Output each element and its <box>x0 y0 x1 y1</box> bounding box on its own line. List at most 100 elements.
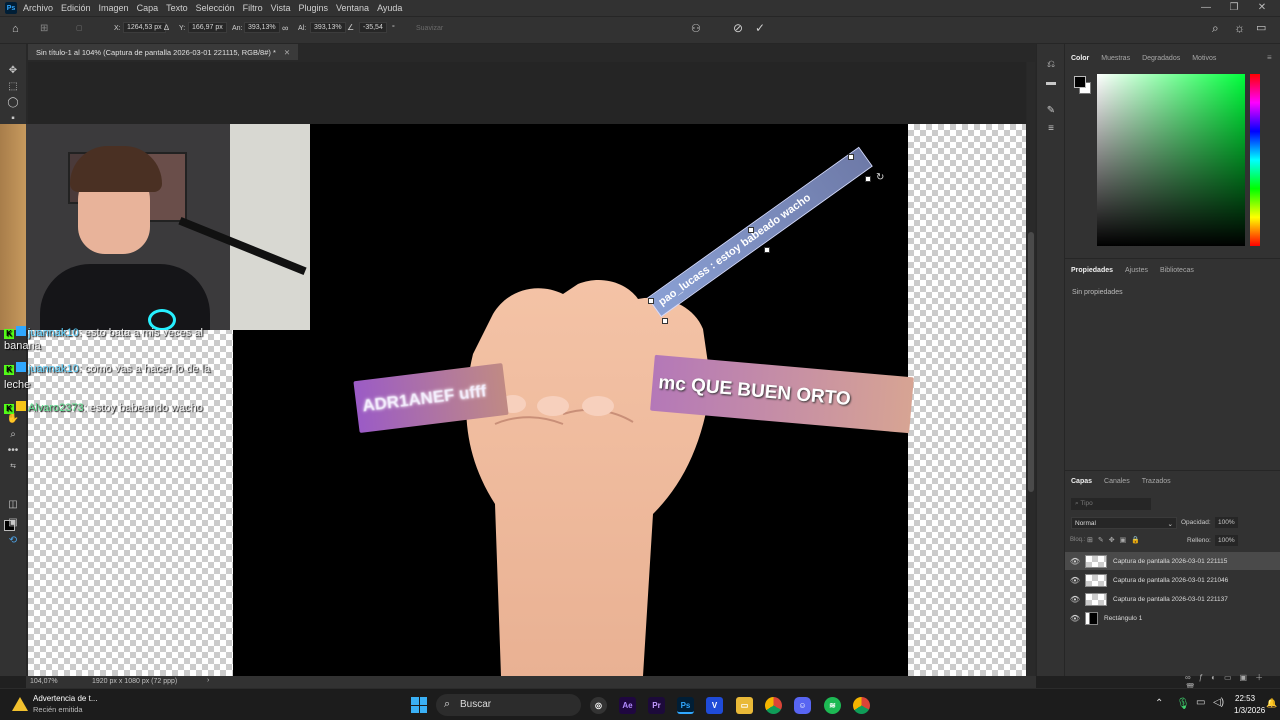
transform-handle[interactable] <box>764 247 770 253</box>
notification-title[interactable]: Advertencia de t... <box>33 694 97 703</box>
menu-ventana[interactable]: Ventana <box>336 3 369 13</box>
home-icon[interactable]: ⌂ <box>12 23 19 35</box>
cancel-transform-icon[interactable]: ⊘ <box>733 21 743 35</box>
volume-icon[interactable]: ◁) <box>1213 697 1224 708</box>
tab-swatches[interactable]: Muestras <box>1095 55 1136 62</box>
minimize-icon[interactable]: — <box>1192 0 1220 16</box>
x-field[interactable]: 1264,53 px <box>123 22 166 33</box>
warning-icon[interactable] <box>12 697 28 711</box>
reference-point-icon[interactable]: ⊞ <box>40 23 48 34</box>
layer-search-input[interactable]: ⌕ Tipo <box>1071 498 1151 510</box>
y-field[interactable]: 166,97 px <box>188 22 227 33</box>
screen-mode-icon[interactable]: ▣ <box>5 516 21 530</box>
link-icon[interactable]: ∞ <box>282 23 288 33</box>
panel-menu-icon[interactable]: ≡ <box>1267 53 1272 62</box>
color-foreground-swatch[interactable] <box>1074 76 1086 88</box>
menu-capa[interactable]: Capa <box>137 3 159 13</box>
tab-patterns[interactable]: Motivos <box>1186 55 1222 62</box>
angle-dropdown-icon[interactable]: ° <box>392 25 395 32</box>
close-document-icon[interactable]: ✕ <box>284 48 290 57</box>
transform-handle[interactable] <box>848 154 854 160</box>
network-icon[interactable]: ▭ <box>1196 697 1205 708</box>
status-expand-icon[interactable]: › <box>207 677 209 684</box>
history-icon[interactable]: ⎌ <box>1043 58 1059 72</box>
hand-tool-icon[interactable]: ✋ <box>5 412 21 426</box>
menu-texto[interactable]: Texto <box>166 3 188 13</box>
marquee-tool-icon[interactable]: ⬚ <box>5 80 21 94</box>
tab-properties[interactable]: Propiedades <box>1065 267 1119 274</box>
tab-color[interactable]: Color <box>1065 55 1095 62</box>
layer-row-selected[interactable]: 👁 Captura de pantalla 2026-03-01 221115 <box>1065 552 1280 570</box>
notifications-icon[interactable]: 🔔 <box>1266 698 1277 709</box>
layer-row[interactable]: 👁 Rectángulo 1 <box>1065 609 1280 627</box>
visibility-eye-icon[interactable]: 👁 <box>1069 614 1081 623</box>
taskbar-app-icon[interactable]: ◎ <box>590 697 607 714</box>
tray-overflow-icon[interactable]: ⌃ <box>1155 698 1163 709</box>
premiere-icon[interactable]: Pr <box>648 697 665 714</box>
swap-colors-icon[interactable]: ⇆ <box>5 460 21 474</box>
warp-icon[interactable]: ⚇ <box>691 22 701 35</box>
menu-seleccion[interactable]: Selección <box>196 3 235 13</box>
commit-transform-icon[interactable]: ✓ <box>755 21 765 35</box>
width-field[interactable]: 393,13% <box>244 22 280 33</box>
microphone-icon[interactable]: 🎙 <box>1176 697 1190 710</box>
layer-row[interactable]: 👁 Captura de pantalla 2026-03-01 221046 <box>1065 571 1280 589</box>
windows-start-icon[interactable] <box>411 697 427 713</box>
lock-icons[interactable]: ⊞✎✥▣🔒 <box>1087 536 1145 544</box>
quick-mask-icon[interactable]: ◫ <box>5 498 21 512</box>
opacity-field[interactable]: 100% <box>1215 517 1238 528</box>
move-tool-icon[interactable]: ✥ <box>5 64 21 78</box>
height-field[interactable]: 393,13% <box>310 22 346 33</box>
tab-channels[interactable]: Canales <box>1098 478 1136 485</box>
clock-date[interactable]: 1/3/2026 <box>1234 706 1265 715</box>
photoshop-taskbar-icon[interactable]: Ps <box>677 697 694 714</box>
chrome-icon[interactable] <box>765 697 782 714</box>
lasso-tool-icon[interactable]: ◯ <box>5 96 21 110</box>
menu-plugins[interactable]: Plugins <box>299 3 329 13</box>
taskbar-search-box[interactable]: ⌕ Buscar <box>436 694 581 716</box>
angle-field[interactable]: -35,54 <box>359 22 387 33</box>
tab-adjustments[interactable]: Ajustes <box>1119 267 1154 274</box>
clock-time[interactable]: 22:53 <box>1235 694 1255 703</box>
vegas-icon[interactable]: V <box>706 697 723 714</box>
visibility-eye-icon[interactable]: 👁 <box>1069 557 1081 566</box>
blend-mode-select[interactable]: Normal ⌄ <box>1071 517 1177 529</box>
comments-icon[interactable]: ▬ <box>1043 76 1059 90</box>
search-icon[interactable]: ⌕ <box>1212 21 1219 36</box>
tab-paths[interactable]: Trazados <box>1136 478 1177 485</box>
spotify-icon[interactable]: ≋ <box>824 697 841 714</box>
menu-archivo[interactable]: Archivo <box>23 3 53 13</box>
transform-handle[interactable] <box>648 298 654 304</box>
transform-handle[interactable] <box>748 227 754 233</box>
color-picker-field[interactable] <box>1097 74 1245 246</box>
vertical-scrollbar[interactable] <box>1027 62 1035 676</box>
menu-vista[interactable]: Vista <box>271 3 291 13</box>
menu-filtro[interactable]: Filtro <box>243 3 263 13</box>
adjustments-icon[interactable]: ≡ <box>1043 122 1059 136</box>
tab-layers[interactable]: Capas <box>1065 478 1098 485</box>
menu-imagen[interactable]: Imagen <box>99 3 129 13</box>
fill-field[interactable]: 100% <box>1215 535 1238 546</box>
menu-ayuda[interactable]: Ayuda <box>377 3 402 13</box>
discover-icon[interactable]: ☼ <box>1234 21 1245 35</box>
visibility-eye-icon[interactable]: 👁 <box>1069 595 1081 604</box>
transform-handle[interactable] <box>865 176 871 182</box>
zoom-level[interactable]: 104,07% <box>30 678 58 685</box>
restore-icon[interactable]: ❐ <box>1220 0 1248 16</box>
transform-handle[interactable] <box>662 318 668 324</box>
discord-icon[interactable]: ☺ <box>794 697 811 714</box>
file-explorer-icon[interactable]: ▭ <box>736 697 753 714</box>
document-tab[interactable]: Sin título-1 al 104% (Captura de pantall… <box>28 44 299 60</box>
tab-gradients[interactable]: Degradados <box>1136 55 1186 62</box>
relative-position-icon[interactable]: ∆ <box>164 23 169 32</box>
layer-row[interactable]: 👁 Captura de pantalla 2026-03-01 221137 <box>1065 590 1280 608</box>
workspace-icon[interactable]: ▭ <box>1256 21 1266 34</box>
menu-edicion[interactable]: Edición <box>61 3 91 13</box>
tab-libraries[interactable]: Bibliotecas <box>1154 267 1200 274</box>
generative-icon[interactable]: ⟲ <box>5 534 21 548</box>
close-window-icon[interactable]: ✕ <box>1248 0 1276 16</box>
brush-settings-icon[interactable]: ✎ <box>1043 104 1059 118</box>
hue-slider[interactable] <box>1250 74 1260 246</box>
chrome-profile-icon[interactable] <box>853 697 870 714</box>
more-tools-icon[interactable]: ••• <box>5 444 21 458</box>
